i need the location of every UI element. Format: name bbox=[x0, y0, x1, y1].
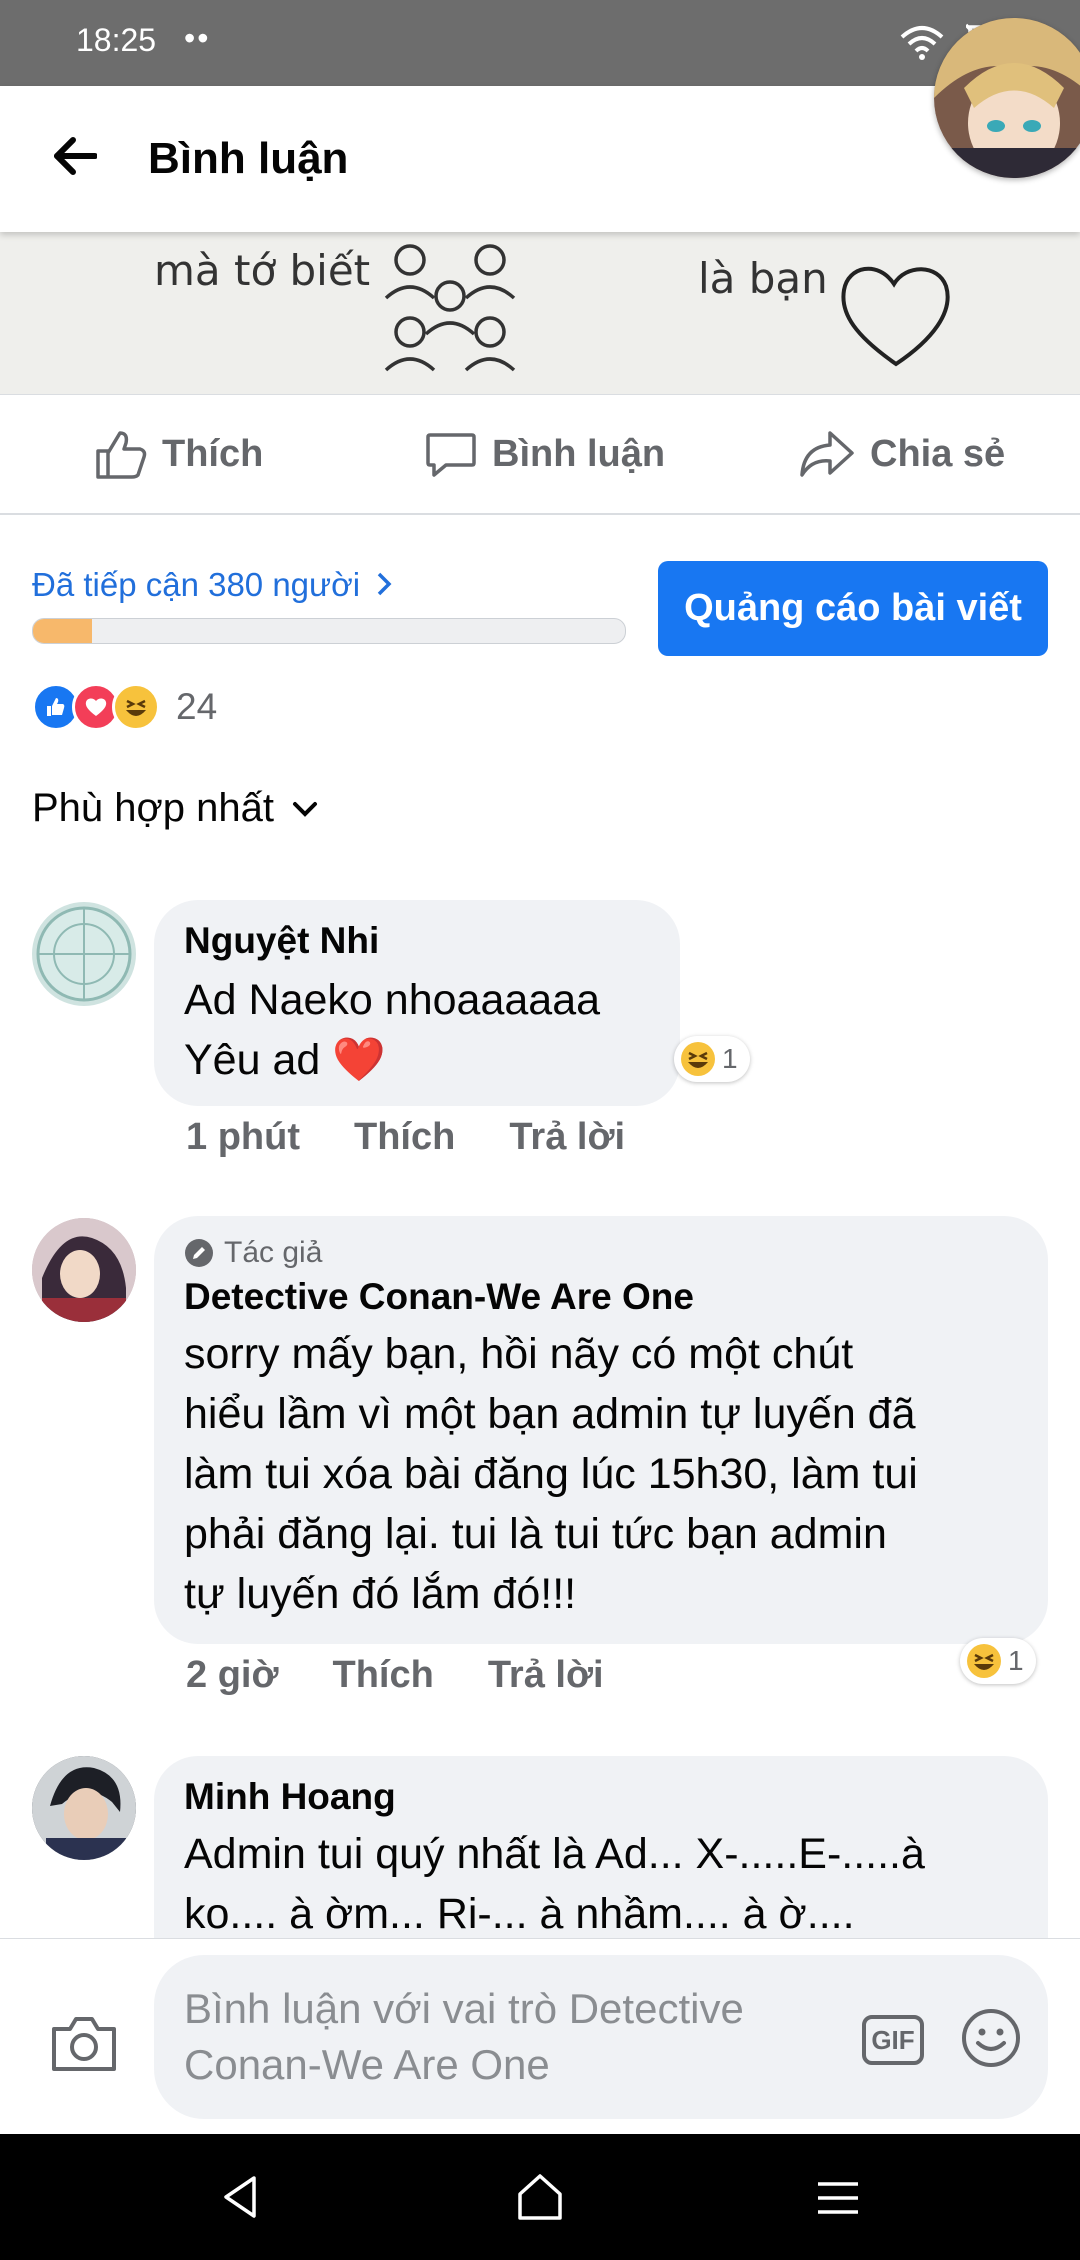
comment-time: 2 giờ bbox=[186, 1654, 279, 1696]
reaction-count: 1 bbox=[722, 1043, 738, 1074]
smiley-icon bbox=[962, 2009, 1020, 2067]
camera-icon bbox=[52, 2017, 116, 2071]
comment-text-line-with-emoji: Yêu ad ❤️ bbox=[184, 1030, 650, 1090]
emoji-button[interactable] bbox=[960, 2007, 1022, 2074]
header-bar: Bình luận bbox=[0, 86, 1080, 232]
reach-label: Đã tiếp cận 380 người bbox=[32, 566, 361, 603]
pencil-icon bbox=[185, 1239, 213, 1267]
comment-text-line: sorry mấy bạn, hồi nãy có một chút bbox=[184, 1330, 854, 1378]
comment-meta: 1 phút Thích Trả lời bbox=[186, 1116, 625, 1159]
comment-reaction-pill[interactable]: 1 bbox=[960, 1638, 1036, 1684]
nav-back-button[interactable] bbox=[220, 2174, 260, 2225]
like-button[interactable]: Thích bbox=[94, 395, 263, 513]
comment-text-line: Ad Naeko nhoaaaaaa bbox=[184, 976, 601, 1024]
status-time: 18:25 bbox=[76, 22, 157, 58]
anime-avatar-image bbox=[934, 18, 1080, 178]
share-label: Chia sẻ bbox=[870, 432, 1006, 475]
back-button[interactable] bbox=[44, 126, 104, 186]
people-group-icon bbox=[384, 244, 516, 372]
comment-reply-button[interactable]: Trả lời bbox=[488, 1654, 604, 1697]
reaction-count: 1 bbox=[1008, 1645, 1024, 1676]
reach-progress-bar bbox=[32, 618, 626, 644]
post-image-text-left: mà tớ biết bbox=[154, 246, 371, 295]
home-icon bbox=[518, 2174, 562, 2220]
comment-like-button[interactable]: Thích bbox=[332, 1654, 433, 1697]
system-nav-bar bbox=[0, 2134, 1080, 2260]
comment-like-button[interactable]: Thích bbox=[354, 1116, 455, 1159]
reactions-summary[interactable]: 24 bbox=[32, 683, 218, 731]
nav-home-button[interactable] bbox=[516, 2172, 564, 2227]
author-badge-label: Tác giả bbox=[224, 1236, 323, 1269]
comment-meta: 2 giờ Thích Trả lời bbox=[186, 1654, 604, 1697]
thumbs-up-icon bbox=[96, 431, 147, 479]
comment-reply-button[interactable]: Trả lời bbox=[509, 1116, 625, 1159]
page-title: Bình luận bbox=[148, 134, 349, 183]
menu-lines-icon bbox=[818, 2182, 858, 2214]
post-image[interactable]: mà tớ biết là bạn bbox=[0, 232, 1080, 394]
comment-text-line: Admin tui quý nhất là Ad... X-.....E-...… bbox=[184, 1830, 925, 1878]
comment-bubble[interactable]: Minh Hoang Admin tui quý nhất là Ad... X… bbox=[154, 1756, 1048, 1940]
comment-input[interactable]: Bình luận với vai trò Detective Conan-We… bbox=[154, 1955, 1048, 2119]
comment-bubble[interactable]: Tác giả Detective Conan-We Are One sorry… bbox=[154, 1216, 1048, 1644]
comment-button[interactable]: Bình luận bbox=[424, 395, 665, 513]
comment-avatar[interactable] bbox=[32, 1756, 136, 1860]
post-action-bar: Thích Bình luận Chia sẻ bbox=[0, 394, 1080, 515]
post-image-text-right: là bạn bbox=[698, 254, 828, 303]
haha-reaction-icon bbox=[112, 683, 160, 731]
status-bar: 18:25 •• bbox=[0, 0, 1080, 86]
comment-author[interactable]: Minh Hoang bbox=[184, 1776, 1018, 1818]
comment-text-line: hiểu lầm vì một bạn admin tự luyến đã bbox=[184, 1390, 916, 1438]
gif-label: GIF bbox=[871, 2024, 915, 2055]
like-label: Thích bbox=[162, 432, 264, 475]
notification-dots: •• bbox=[184, 20, 211, 56]
haha-reaction-icon bbox=[967, 1644, 1001, 1678]
reaction-count: 24 bbox=[176, 686, 218, 727]
share-button[interactable]: Chia sẻ bbox=[798, 395, 1005, 513]
back-arrow-icon bbox=[54, 137, 97, 175]
triangle-back-icon bbox=[224, 2176, 256, 2218]
avatar-image bbox=[32, 1756, 136, 1860]
comment-composer: Bình luận với vai trò Detective Conan-We… bbox=[0, 1938, 1080, 2135]
comment-label: Bình luận bbox=[492, 432, 666, 475]
reach-progress-fill bbox=[33, 619, 93, 643]
avatar-image bbox=[32, 1218, 136, 1322]
comment-avatar[interactable] bbox=[32, 902, 136, 1006]
comment-time: 1 phút bbox=[186, 1116, 300, 1158]
gif-button[interactable]: GIF bbox=[862, 2015, 924, 2065]
comment-text-line: tự luyến đó lắm đó!!! bbox=[184, 1570, 577, 1618]
chat-head-avatar[interactable] bbox=[934, 18, 1080, 178]
heart-outline-icon bbox=[841, 266, 950, 367]
comment-text-line: phải đăng lại. tui là tui tức bạn admin bbox=[184, 1510, 887, 1558]
comment-text: Yêu ad bbox=[184, 1036, 321, 1084]
reach-link[interactable]: Đã tiếp cận 380 người bbox=[32, 566, 395, 604]
comment-author[interactable]: Detective Conan-We Are One bbox=[184, 1276, 1018, 1318]
nav-recents-button[interactable] bbox=[816, 2180, 860, 2221]
avatar-image bbox=[36, 906, 132, 1002]
comment-bubble[interactable]: Nguyệt Nhi Ad Naeko nhoaaaaaa Yêu ad ❤️ bbox=[154, 900, 680, 1106]
comment-sort-dropdown[interactable]: Phù hợp nhất bbox=[32, 786, 318, 831]
comment-avatar[interactable] bbox=[32, 1218, 136, 1322]
share-arrow-icon bbox=[800, 431, 854, 477]
wifi-icon bbox=[900, 26, 944, 60]
author-badge: Tác giả bbox=[184, 1236, 1018, 1270]
chevron-right-icon bbox=[378, 572, 392, 596]
red-heart-emoji: ❤️ bbox=[332, 1036, 386, 1084]
comment-text-line: ko.... à ờm... Ri-... à nhầm.... à ờ.... bbox=[184, 1890, 855, 1938]
comment-text-line: làm tui xóa bài đăng lúc 15h30, làm tui bbox=[184, 1450, 918, 1498]
comment-author[interactable]: Nguyệt Nhi bbox=[184, 920, 650, 962]
haha-reaction-icon bbox=[681, 1042, 715, 1076]
chevron-down-icon bbox=[292, 801, 317, 817]
comment-reaction-pill[interactable]: 1 bbox=[674, 1036, 750, 1082]
camera-button[interactable] bbox=[50, 2015, 118, 2078]
promote-post-button[interactable]: Quảng cáo bài viết bbox=[658, 561, 1048, 656]
comment-bubble-icon bbox=[426, 433, 476, 477]
sort-label: Phù hợp nhất bbox=[32, 786, 274, 830]
comment-input-placeholder: Bình luận với vai trò Detective Conan-We… bbox=[184, 1985, 744, 2088]
